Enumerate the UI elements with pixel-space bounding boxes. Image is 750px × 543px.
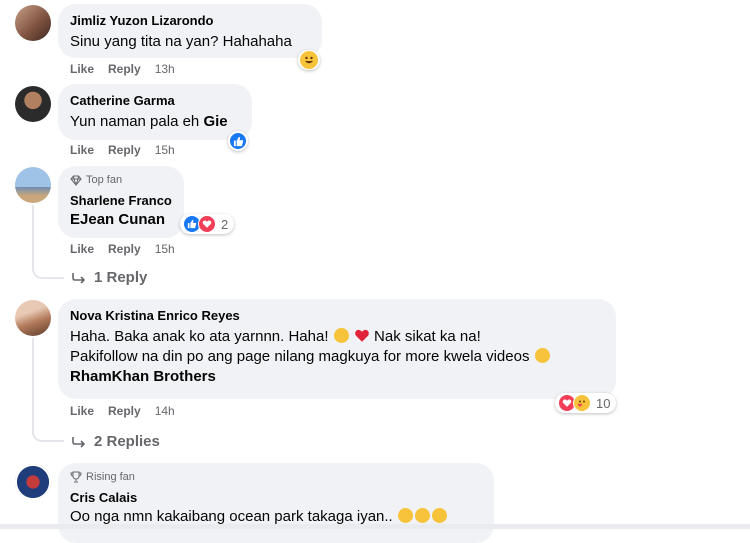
comment-text-line: Nak sikat ka na! [374,328,481,345]
reaction-summary[interactable] [228,131,248,151]
reaction-summary[interactable] [298,50,320,70]
reply-button[interactable]: Reply [108,242,141,256]
comment-author[interactable]: Cris Calais [70,489,482,506]
care-reaction-icon [573,394,591,412]
avatar[interactable] [15,167,51,203]
comment-timestamp[interactable]: 13h [155,62,175,76]
badge-label: Top fan [86,174,123,186]
trophy-icon [70,471,82,483]
reply-button[interactable]: Reply [108,143,141,157]
badge-label: Rising fan [86,471,135,483]
reaction-summary[interactable]: 2 [180,214,235,234]
reply-arrow-icon [72,272,86,284]
avatar[interactable] [15,86,51,122]
emoji-icon [397,508,413,523]
mention-link[interactable]: Gie [203,113,227,130]
mention-link[interactable]: RhamKhan Brothers [70,367,604,387]
like-button[interactable]: Like [70,404,94,418]
replies-label: 1 Reply [94,269,148,286]
comment-text-line: Pakifollow na din po ang page nilang mag… [70,348,530,365]
diamond-icon [70,175,82,186]
hug-emoji-icon [534,348,550,363]
comment-text: Yun naman pala eh Gie [70,112,240,132]
emoji-icon [414,508,430,523]
reply-arrow-icon [72,436,86,448]
comment-bubble: Top fan Sharlene Franco EJean Cunan [58,166,184,238]
haha-reaction-icon [299,50,319,70]
comment-text: Sinu yang tita na yan? Hahahaha [70,33,292,50]
emoji-icon [431,508,447,523]
top-fan-badge[interactable]: Top fan [70,173,172,187]
laughing-emoji-icon [333,328,349,343]
reaction-summary[interactable]: 10 [555,393,617,413]
reaction-count: 10 [596,395,611,411]
love-reaction-icon [198,215,216,233]
rising-fan-badge[interactable]: Rising fan [70,470,482,484]
comment-text-line: Haha. Baka anak ko ata yarnnn. Haha! [70,328,329,345]
like-button[interactable]: Like [70,242,94,256]
comment-actions: Like Reply 13h [70,62,175,76]
comment-text-body: Yun naman pala eh [70,113,200,130]
view-replies-button[interactable]: 1 Reply [72,269,147,286]
reply-button[interactable]: Reply [108,62,141,76]
comment-author[interactable]: Jimliz Yuzon Lizarondo [70,12,310,29]
mention-link[interactable]: EJean Cunan [70,210,172,230]
comment-text: Pakifollow na din po ang page nilang mag… [70,347,604,367]
comment-timestamp[interactable]: 14h [155,404,175,418]
comment-timestamp[interactable]: 15h [155,242,175,256]
avatar[interactable] [15,300,51,336]
comment-text-body: Oo nga nmn kakaibang ocean park takaga i… [70,508,393,525]
comment-bubble: Nova Kristina Enrico Reyes Haha. Baka an… [58,299,616,399]
comment-actions: Like Reply 14h [70,404,175,418]
comment-author[interactable]: Catherine Garma [70,92,240,109]
comment-bubble: Catherine Garma Yun naman pala eh Gie [58,84,252,140]
comment-text: Haha. Baka anak ko ata yarnnn. Haha! Nak… [70,327,604,347]
avatar[interactable] [15,464,51,500]
like-button[interactable]: Like [70,62,94,76]
view-replies-button[interactable]: 2 Replies [72,433,160,450]
heart-emoji-icon [355,329,369,342]
reaction-count: 2 [221,216,229,232]
comment-bubble: Jimliz Yuzon Lizarondo Sinu yang tita na… [58,4,322,58]
comment-author[interactable]: Nova Kristina Enrico Reyes [70,307,604,324]
thread-connector [32,205,64,279]
comment-actions: Like Reply 15h [70,143,175,157]
like-button[interactable]: Like [70,143,94,157]
like-reaction-icon [229,132,247,150]
reply-button[interactable]: Reply [108,404,141,418]
thread-connector [32,338,64,442]
comment-timestamp[interactable]: 15h [155,143,175,157]
bottom-edge [0,524,750,529]
replies-label: 2 Replies [94,433,160,450]
comment-author[interactable]: Sharlene Franco [70,192,172,209]
comment-bubble: Rising fan Cris Calais Oo nga nmn kakaib… [58,463,494,543]
comment-actions: Like Reply 15h [70,242,175,256]
avatar[interactable] [15,5,51,41]
